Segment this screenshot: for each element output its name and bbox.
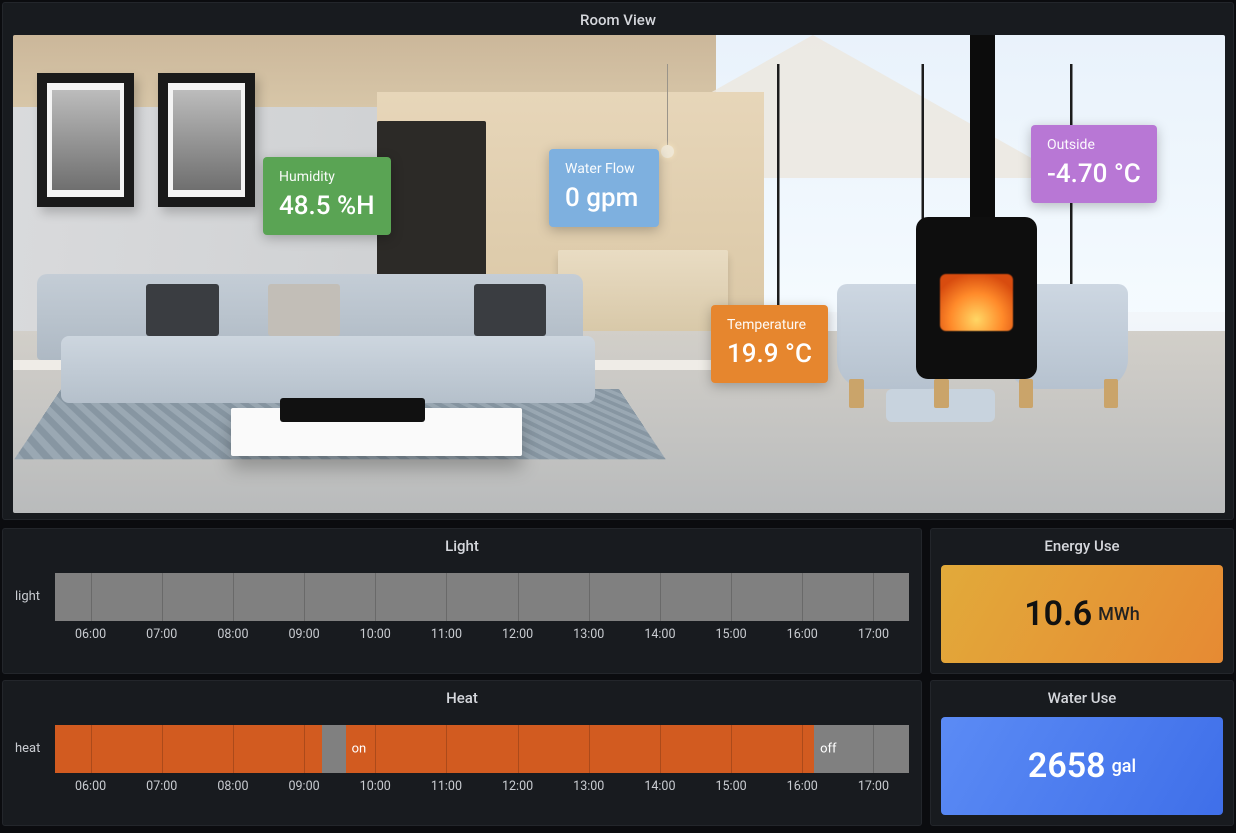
light-panel: Light light 06:00 07:00 08:00 09:00 10:00 11:…	[2, 528, 922, 674]
heat-panel: Heat heat on off 06:00 07:00 08:00 09:00 10:0…	[2, 680, 922, 826]
water-flow-label: Water Flow	[565, 161, 643, 177]
heat-ticks: 06:00 07:00 08:00 09:00 10:00 11:00 12:00 13:00…	[55, 779, 909, 803]
tick-label: 08:00	[217, 779, 248, 794]
tick-label: 09:00	[289, 779, 320, 794]
timeline-segment-off: off	[814, 725, 909, 773]
outside-value: -4.70 °C	[1047, 159, 1141, 189]
tick-label: 12:00	[502, 779, 533, 794]
light-timeline[interactable]: light 06:00 07:00 08:00 09:00 10:00 11:00 12:0…	[15, 565, 909, 663]
temperature-card[interactable]: Temperature 19.9 °C	[711, 305, 828, 383]
temperature-value: 19.9 °C	[727, 339, 812, 369]
water-flow-card[interactable]: Water Flow 0 gpm	[549, 149, 659, 227]
heat-row-label: heat	[15, 741, 40, 756]
tick-label: 07:00	[146, 779, 177, 794]
water-use-panel: Water Use 2658 gal	[930, 680, 1234, 826]
tick-label: 11:00	[431, 779, 462, 794]
heat-timeline[interactable]: heat on off 06:00 07:00 08:00 09:00 10:00 11:0…	[15, 717, 909, 815]
humidity-label: Humidity	[279, 169, 375, 185]
light-track	[55, 573, 909, 621]
tick-label: 14:00	[644, 627, 675, 642]
tick-label: 10:00	[360, 627, 391, 642]
tick-label: 13:00	[573, 627, 604, 642]
tick-label: 16:00	[787, 627, 818, 642]
temperature-label: Temperature	[727, 317, 812, 333]
timeline-segment-on	[55, 725, 322, 773]
timeline-segment-off	[55, 573, 909, 621]
tick-label: 15:00	[716, 779, 747, 794]
water-use-title: Water Use	[931, 681, 1233, 713]
humidity-card[interactable]: Humidity 48.5 %H	[263, 157, 391, 235]
tick-label: 09:00	[289, 627, 320, 642]
heat-track: on off	[55, 725, 909, 773]
room-image: Humidity 48.5 %H Water Flow 0 gpm Temper…	[13, 35, 1225, 513]
tick-label: 08:00	[217, 627, 248, 642]
energy-use-card[interactable]: 10.6 MWh	[941, 565, 1223, 663]
tick-label: 16:00	[787, 779, 818, 794]
light-title: Light	[3, 529, 921, 561]
tick-label: 17:00	[858, 627, 889, 642]
light-row-label: light	[15, 589, 40, 604]
light-ticks: 06:00 07:00 08:00 09:00 10:00 11:00 12:00 13:00…	[55, 627, 909, 651]
tick-label: 14:00	[644, 779, 675, 794]
room-view-panel: Room View Humidity 48.5 %H Water Flo	[2, 2, 1234, 520]
humidity-value: 48.5 %H	[279, 191, 375, 221]
room-view-title: Room View	[3, 3, 1233, 35]
tick-label: 10:00	[360, 779, 391, 794]
tick-label: 17:00	[858, 779, 889, 794]
water-use-value: 2658	[1028, 746, 1106, 786]
outside-label: Outside	[1047, 137, 1141, 153]
tick-label: 13:00	[573, 779, 604, 794]
energy-use-panel: Energy Use 10.6 MWh	[930, 528, 1234, 674]
water-use-unit: gal	[1112, 756, 1137, 777]
segment-label: on	[352, 742, 367, 757]
room-scene-illustration	[13, 35, 1225, 513]
heat-title: Heat	[3, 681, 921, 713]
segment-label: off	[820, 742, 836, 757]
timeline-segment-on: on	[346, 725, 815, 773]
tick-label: 07:00	[146, 627, 177, 642]
tick-label: 06:00	[75, 779, 106, 794]
tick-label: 12:00	[502, 627, 533, 642]
water-flow-value: 0 gpm	[565, 183, 643, 213]
energy-use-title: Energy Use	[931, 529, 1233, 561]
tick-label: 06:00	[75, 627, 106, 642]
energy-use-value: 10.6	[1024, 594, 1092, 634]
tick-label: 11:00	[431, 627, 462, 642]
outside-card[interactable]: Outside -4.70 °C	[1031, 125, 1157, 203]
timeline-segment-off	[322, 725, 346, 773]
energy-use-unit: MWh	[1098, 604, 1140, 625]
water-use-card[interactable]: 2658 gal	[941, 717, 1223, 815]
tick-label: 15:00	[716, 627, 747, 642]
